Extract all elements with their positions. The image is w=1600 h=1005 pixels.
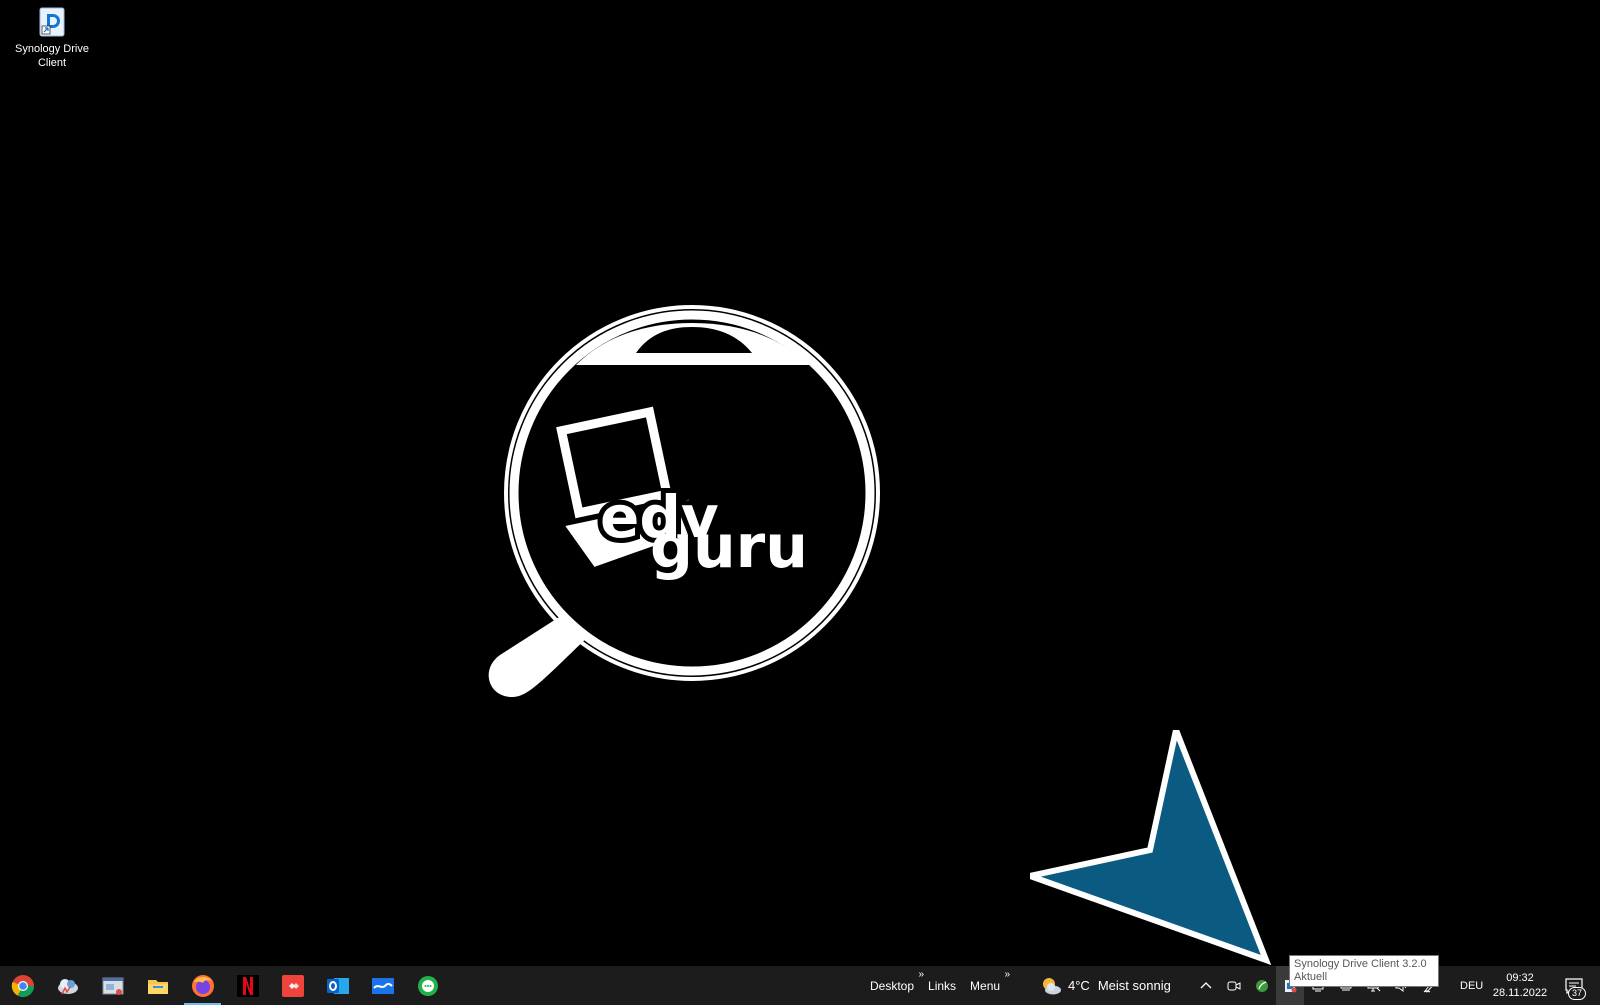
taskbar-toolbars: Desktop » Links Menu »: [870, 966, 1014, 1005]
sun-cloud-icon: [1043, 977, 1061, 994]
tooltip-title: Synology Drive Client 3.2.0: [1294, 958, 1427, 970]
taskbar-app-cloud[interactable]: [45, 966, 90, 1005]
notification-count-badge: 37: [1567, 987, 1586, 1000]
cloud-icon: [57, 978, 78, 994]
edv-guru-logo: edv edv guru: [488, 305, 880, 697]
anydesk-icon: [281, 974, 304, 997]
toolbar-desktop[interactable]: Desktop »: [870, 969, 924, 993]
chrome-icon: [11, 974, 34, 997]
toolbar-menu[interactable]: Menu »: [970, 969, 1010, 993]
taskbar-app-netflix[interactable]: [225, 966, 270, 1005]
desktop: Synology Drive Client edv edv guru: [0, 0, 1600, 966]
pointer-arrow-graphic: [1030, 730, 1272, 966]
desktop-icon-synology-drive[interactable]: Synology Drive Client: [10, 6, 94, 70]
toolbar-links[interactable]: Links: [928, 979, 956, 993]
weather-temp: 4°C: [1068, 978, 1090, 993]
taskbar-app-mail[interactable]: [360, 966, 405, 1005]
toolbar-menu-chevron[interactable]: »: [1005, 969, 1011, 980]
weather-widget[interactable]: 4°C Meist sonnig: [1040, 966, 1171, 1005]
action-center-button[interactable]: 37: [1556, 966, 1592, 1005]
taskbar-app-firefox[interactable]: [180, 966, 225, 1005]
meet-now-icon[interactable]: [1220, 966, 1248, 1005]
toolbar-menu-label: Menu: [970, 978, 1001, 993]
input-language[interactable]: DEU: [1460, 966, 1483, 1005]
taskbar-app-remote-desktop[interactable]: [90, 966, 135, 1005]
window-icon: [102, 977, 123, 995]
clock[interactable]: 09:32 28.11.2022: [1488, 966, 1552, 1005]
clock-time: 09:32: [1506, 971, 1534, 984]
synology-drive-icon: [39, 7, 65, 37]
leaf-icon[interactable]: [1248, 966, 1276, 1005]
netflix-icon: [236, 974, 259, 997]
outlook-icon: [326, 977, 349, 994]
toolbar-desktop-label: Desktop: [870, 978, 915, 993]
clock-date: 28.11.2022: [1492, 986, 1548, 999]
taskbar-app-anydesk[interactable]: [270, 966, 315, 1005]
firefox-icon: [191, 974, 214, 997]
logo-text-guru: guru: [650, 512, 808, 582]
chevron-up-icon[interactable]: [1192, 966, 1220, 1005]
tooltip-status: Aktuell: [1294, 971, 1328, 983]
chat-icon: [417, 975, 438, 996]
weather-condition: Meist sonnig: [1097, 978, 1171, 993]
taskbar-app-outlook[interactable]: [315, 966, 360, 1005]
folder-icon: [147, 979, 168, 994]
tray-tooltip: Synology Drive Client 3.2.0 Aktuell: [1289, 955, 1439, 987]
taskbar-app-chrome[interactable]: [0, 966, 45, 1005]
language-label: DEU: [1460, 979, 1484, 992]
taskbar-app-file-explorer[interactable]: [135, 966, 180, 1005]
mail-icon: [371, 977, 394, 994]
toolbar-desktop-chevron[interactable]: »: [918, 969, 924, 980]
desktop-icon-label: Synology Drive Client: [15, 43, 89, 69]
toolbar-links-label: Links: [928, 978, 957, 993]
taskbar-app-messenger[interactable]: [405, 966, 450, 1005]
